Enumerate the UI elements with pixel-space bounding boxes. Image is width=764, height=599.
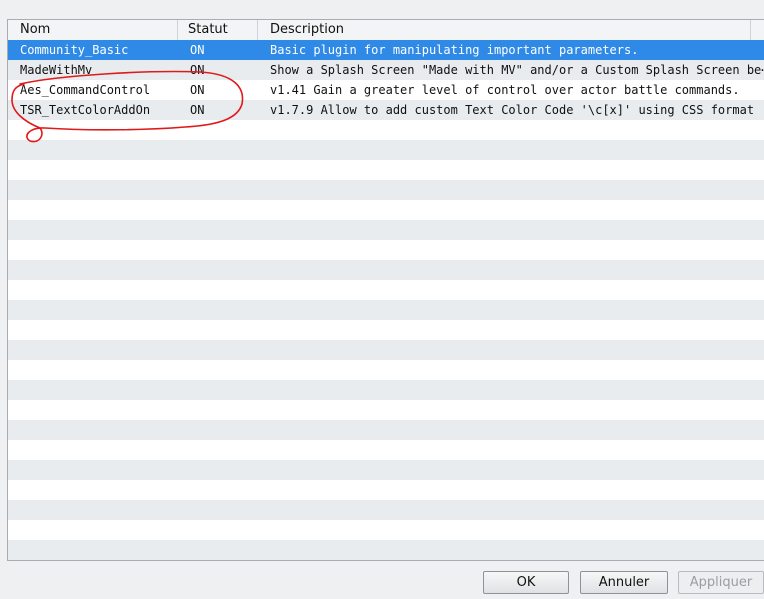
plugin-status: ON — [190, 103, 205, 117]
plugin-status: ON — [190, 43, 205, 57]
plugin-table: Nom Statut Description Community_Basic ON… — [7, 19, 764, 561]
table-header: Nom Statut Description — [8, 20, 764, 41]
column-header-name[interactable]: Nom — [8, 20, 178, 40]
table-row[interactable]: TSR_TextColorAddOn ON v1.7.9 Allow to add … — [8, 100, 764, 120]
empty-table-row[interactable] — [8, 460, 764, 480]
empty-table-row[interactable] — [8, 220, 764, 240]
empty-table-row[interactable] — [8, 180, 764, 200]
plugin-status: ON — [190, 83, 205, 97]
plugin-status: ON — [190, 63, 205, 77]
plugin-description: v1.41 Gain a greater level of control ov… — [270, 83, 740, 97]
empty-table-row[interactable] — [8, 420, 764, 440]
table-row[interactable]: MadeWithMv ON Show a Splash Screen "Made w… — [8, 60, 764, 80]
empty-table-row[interactable] — [8, 240, 764, 260]
plugin-name: MadeWithMv — [20, 63, 93, 77]
column-header-empty — [751, 20, 764, 40]
plugin-manager-window: Nom Statut Description Community_Basic ON… — [0, 0, 764, 599]
plugin-name: TSR_TextColorAddOn — [20, 103, 151, 117]
table-row[interactable]: Community_Basic ON Basic plugin for manipu… — [8, 40, 764, 60]
empty-table-row[interactable] — [8, 120, 764, 140]
empty-table-row[interactable] — [8, 440, 764, 460]
plugin-name: Aes_CommandControl — [20, 83, 151, 97]
table-row[interactable]: Aes_CommandControl ON v1.41 Gain a greater… — [8, 80, 764, 100]
empty-table-row[interactable] — [8, 520, 764, 540]
empty-table-row[interactable] — [8, 280, 764, 300]
table-body: Community_Basic ON Basic plugin for manipu… — [8, 40, 764, 560]
empty-table-row[interactable] — [8, 260, 764, 280]
empty-table-row[interactable] — [8, 400, 764, 420]
empty-table-row[interactable] — [8, 360, 764, 380]
plugin-description: Basic plugin for manipulating important … — [270, 43, 639, 57]
empty-table-row[interactable] — [8, 480, 764, 500]
cancel-button[interactable]: Annuler — [580, 571, 668, 594]
empty-table-row[interactable] — [8, 540, 764, 560]
apply-button[interactable]: Appliquer — [678, 571, 764, 594]
empty-table-row[interactable] — [8, 300, 764, 320]
empty-table-row[interactable] — [8, 320, 764, 340]
empty-table-row[interactable] — [8, 140, 764, 160]
plugin-name: Community_Basic — [20, 43, 129, 57]
empty-table-row[interactable] — [8, 380, 764, 400]
empty-table-row[interactable] — [8, 500, 764, 520]
empty-table-row[interactable] — [8, 160, 764, 180]
plugin-description: v1.7.9 Allow to add custom Text Color Co… — [270, 103, 755, 117]
ok-button[interactable]: OK — [483, 571, 569, 594]
empty-table-row[interactable] — [8, 200, 764, 220]
column-header-status[interactable]: Statut — [178, 20, 258, 40]
plugin-description: Show a Splash Screen "Made with MV" and/… — [270, 63, 764, 77]
empty-table-row[interactable] — [8, 340, 764, 360]
column-header-description[interactable]: Description — [258, 20, 751, 40]
